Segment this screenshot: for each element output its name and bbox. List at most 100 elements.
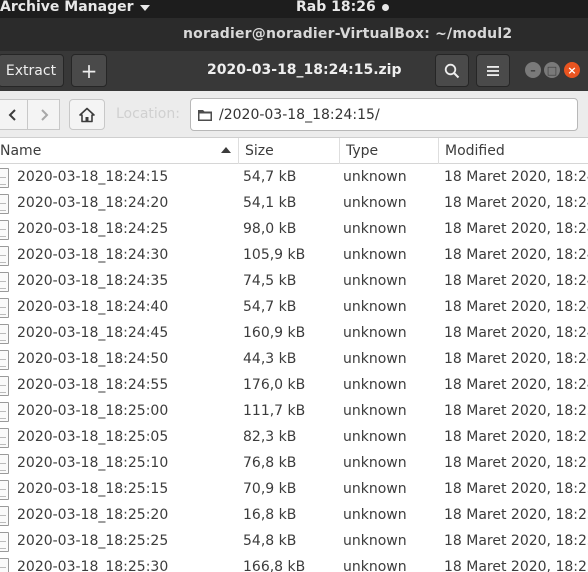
chevron-right-icon <box>40 108 48 121</box>
maximize-button[interactable]: □ <box>544 62 560 78</box>
file-size: 105,9 kB <box>243 247 306 263</box>
file-modified: 18 Maret 2020, 18:25 <box>444 455 588 471</box>
file-size: 54,1 kB <box>243 195 297 211</box>
file-modified: 18 Maret 2020, 18:24 <box>444 195 588 211</box>
file-name: 2020-03-18_18:25:10 <box>17 455 169 471</box>
header-bar: Extract + 2020-03-18_18:24:15.zip – □ × <box>0 51 588 91</box>
file-type: unknown <box>343 507 407 523</box>
folder-icon <box>198 109 212 121</box>
file-name: 2020-03-18_18:25:00 <box>17 403 169 419</box>
file-list: Name Size Type Modified 2020-03-18_18:24… <box>0 138 588 572</box>
menu-button[interactable] <box>476 54 510 87</box>
file-row[interactable]: 2020-03-18_18:24:30 105,9 kB unknown 18 Mar… <box>0 243 588 269</box>
file-icon <box>0 506 9 526</box>
file-row[interactable]: 2020-03-18_18:25:10 76,8 kB unknown 18 Mare… <box>0 451 588 477</box>
column-header-size[interactable]: Size <box>239 138 340 164</box>
file-name: 2020-03-18_18:24:30 <box>17 247 169 263</box>
file-name: 2020-03-18_18:25:05 <box>17 429 169 445</box>
file-size: 166,8 kB <box>243 559 306 572</box>
file-icon <box>0 272 9 292</box>
file-type: unknown <box>343 559 407 572</box>
home-icon <box>79 107 95 122</box>
file-type: unknown <box>343 533 407 549</box>
window-title-bar: noradier@noradier-VirtualBox: ~/modul2 <box>0 18 588 51</box>
search-button[interactable] <box>435 54 469 87</box>
file-row[interactable]: 2020-03-18_18:24:40 54,7 kB unknown 18 Mare… <box>0 295 588 321</box>
file-name: 2020-03-18_18:25:20 <box>17 507 169 523</box>
file-icon <box>0 246 9 266</box>
column-header-type-label: Type <box>346 143 379 159</box>
file-name: 2020-03-18_18:24:20 <box>17 195 169 211</box>
add-files-button[interactable]: + <box>71 54 107 87</box>
minimize-button[interactable]: – <box>525 62 541 78</box>
file-modified: 18 Maret 2020, 18:24 <box>444 377 588 393</box>
file-type: unknown <box>343 377 407 393</box>
file-row[interactable]: 2020-03-18_18:24:55 176,0 kB unknown 18 Mar… <box>0 373 588 399</box>
column-header-modified-label: Modified <box>445 143 505 159</box>
hamburger-menu-icon <box>487 65 499 76</box>
window-title: noradier@noradier-VirtualBox: ~/modul2 <box>183 26 513 42</box>
column-header-modified[interactable]: Modified <box>439 138 588 164</box>
file-row[interactable]: 2020-03-18_18:25:15 70,9 kB unknown 18 Mare… <box>0 477 588 503</box>
file-name: 2020-03-18_18:24:25 <box>17 221 169 237</box>
location-path-field[interactable]: /2020-03-18_18:24:15/ <box>190 98 578 131</box>
file-modified: 18 Maret 2020, 18:25 <box>444 429 588 445</box>
file-row[interactable]: 2020-03-18_18:24:25 98,0 kB unknown 18 Mare… <box>0 217 588 243</box>
file-size: 82,3 kB <box>243 429 297 445</box>
file-type: unknown <box>343 351 407 367</box>
chevron-left-icon <box>8 108 16 121</box>
file-row[interactable]: 2020-03-18_18:25:20 16,8 kB unknown 18 Mare… <box>0 503 588 529</box>
file-size: 54,7 kB <box>243 169 297 185</box>
file-row[interactable]: 2020-03-18_18:24:15 54,7 kB unknown 18 Mare… <box>0 165 588 191</box>
file-row[interactable]: 2020-03-18_18:24:50 44,3 kB unknown 18 Mare… <box>0 347 588 373</box>
file-icon <box>0 402 9 422</box>
search-icon <box>444 63 460 78</box>
extract-button[interactable]: Extract <box>0 54 64 87</box>
back-button[interactable] <box>0 99 28 130</box>
file-row[interactable]: 2020-03-18_18:24:20 54,1 kB unknown 18 Mare… <box>0 191 588 217</box>
app-menu-label: Archive Manager <box>0 0 134 15</box>
column-header-type[interactable]: Type <box>340 138 439 164</box>
forward-button[interactable] <box>28 99 60 130</box>
app-menu[interactable]: Archive Manager <box>0 0 150 15</box>
file-size: 111,7 kB <box>243 403 306 419</box>
file-modified: 18 Maret 2020, 18:25 <box>444 403 588 419</box>
file-type: unknown <box>343 481 407 497</box>
file-rows: 2020-03-18_18:24:15 54,7 kB unknown 18 Mare… <box>0 165 588 572</box>
file-icon <box>0 350 9 370</box>
file-size: 176,0 kB <box>243 377 306 393</box>
file-row[interactable]: 2020-03-18_18:24:45 160,9 kB unknown 18 Mar… <box>0 321 588 347</box>
file-row[interactable]: 2020-03-18_18:25:05 82,3 kB unknown 18 Mare… <box>0 425 588 451</box>
file-icon <box>0 220 9 240</box>
file-icon <box>0 324 9 344</box>
sort-ascending-icon <box>221 147 231 153</box>
location-bar: Location: /2020-03-18_18:24:15/ <box>0 91 588 138</box>
file-modified: 18 Maret 2020, 18:24 <box>444 273 588 289</box>
file-list-header: Name Size Type Modified <box>0 138 588 164</box>
file-modified: 18 Maret 2020, 18:24 <box>444 221 588 237</box>
file-type: unknown <box>343 221 407 237</box>
file-modified: 18 Maret 2020, 18:24 <box>444 169 588 185</box>
file-icon <box>0 428 9 448</box>
file-row[interactable]: 2020-03-18_18:25:00 111,7 kB unknown 18 Mar… <box>0 399 588 425</box>
file-size: 54,7 kB <box>243 299 297 315</box>
file-type: unknown <box>343 169 407 185</box>
file-size: 70,9 kB <box>243 481 297 497</box>
file-row[interactable]: 2020-03-18_18:25:25 54,8 kB unknown 18 Mare… <box>0 529 588 555</box>
file-size: 44,3 kB <box>243 351 297 367</box>
file-size: 160,9 kB <box>243 325 306 341</box>
file-size: 74,5 kB <box>243 273 297 289</box>
file-icon <box>0 532 9 552</box>
file-row[interactable]: 2020-03-18_18:24:35 74,5 kB unknown 18 Mare… <box>0 269 588 295</box>
file-name: 2020-03-18_18:24:40 <box>17 299 169 315</box>
file-row[interactable]: 2020-03-18_18:25:30 166,8 kB unknown 18 Mar… <box>0 555 588 572</box>
file-type: unknown <box>343 299 407 315</box>
column-header-name[interactable]: Name <box>0 138 239 164</box>
close-button[interactable]: × <box>564 62 580 78</box>
home-button[interactable] <box>69 99 105 130</box>
clock[interactable]: Rab 18:26 <box>296 0 389 15</box>
archive-title: 2020-03-18_18:24:15.zip <box>207 62 402 78</box>
file-type: unknown <box>343 325 407 341</box>
notification-dot-icon <box>381 3 389 11</box>
file-icon <box>0 168 9 188</box>
